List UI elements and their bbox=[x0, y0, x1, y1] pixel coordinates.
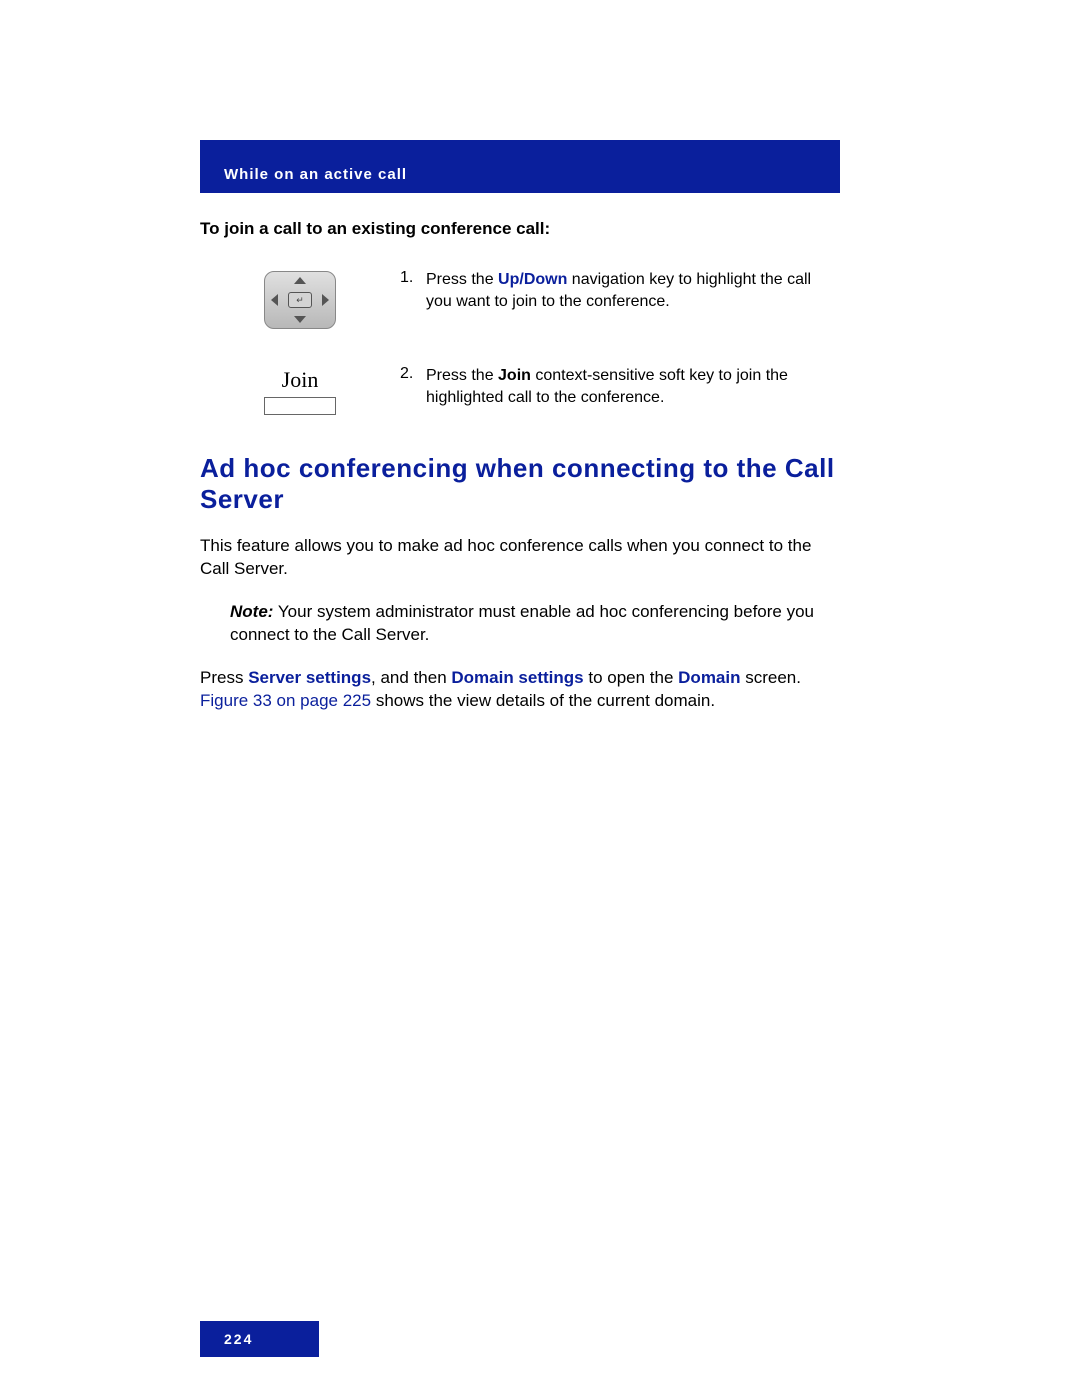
header-bar: While on an active call bbox=[200, 140, 840, 193]
step-text-column: 1. Press the Up/Down navigation key to h… bbox=[400, 269, 840, 312]
arrow-down-icon bbox=[294, 316, 306, 323]
note-label: Note: bbox=[230, 602, 273, 621]
domain-settings-label: Domain settings bbox=[451, 668, 583, 687]
text: Press the bbox=[426, 271, 498, 288]
step-number: 2. bbox=[400, 365, 426, 408]
section-heading: Ad hoc conferencing when connecting to t… bbox=[200, 453, 840, 515]
step-body: Press the Up/Down navigation key to high… bbox=[426, 269, 830, 312]
footer-bar: 224 bbox=[200, 1321, 319, 1357]
step-icon-column: ↵ bbox=[200, 269, 400, 329]
step-row: Join 2. Press the Join context-sensitive… bbox=[200, 365, 840, 417]
step-row: ↵ 1. Press the Up/Down navigation key to… bbox=[200, 269, 840, 329]
softkey-button-graphic bbox=[264, 397, 336, 415]
text: , and then bbox=[371, 668, 451, 687]
step-text-column: 2. Press the Join context-sensitive soft… bbox=[400, 365, 840, 408]
page-number: 224 bbox=[224, 1331, 253, 1347]
step-number: 1. bbox=[400, 269, 426, 312]
text: to open the bbox=[584, 668, 679, 687]
text: shows the view details of the current do… bbox=[371, 691, 715, 710]
domain-label: Domain bbox=[678, 668, 740, 687]
arrow-right-icon bbox=[322, 294, 329, 306]
instruction-title: To join a call to an existing conference… bbox=[200, 219, 840, 239]
step-body: Press the Join context-sensitive soft ke… bbox=[426, 365, 830, 408]
softkey-icon: Join bbox=[252, 367, 348, 417]
intro-paragraph: This feature allows you to make ad hoc c… bbox=[200, 535, 840, 581]
down-key-label: Down bbox=[524, 271, 568, 288]
page-content: While on an active call To join a call t… bbox=[200, 140, 840, 733]
arrow-left-icon bbox=[271, 294, 278, 306]
text: Press bbox=[200, 668, 248, 687]
note-text: Your system administrator must enable ad… bbox=[230, 602, 814, 644]
nav-pad-icon: ↵ bbox=[264, 271, 336, 329]
figure-xref-link[interactable]: Figure 33 on page 225 bbox=[200, 691, 371, 710]
join-key-label: Join bbox=[498, 367, 531, 384]
header-title: While on an active call bbox=[224, 166, 407, 183]
text: Press the bbox=[426, 367, 498, 384]
softkey-label: Join bbox=[252, 367, 348, 393]
text: screen. bbox=[741, 668, 801, 687]
arrow-up-icon bbox=[294, 277, 306, 284]
up-key-label: Up bbox=[498, 271, 519, 288]
server-settings-label: Server settings bbox=[248, 668, 371, 687]
note-paragraph: Note: Your system administrator must ena… bbox=[230, 601, 840, 647]
press-paragraph: Press Server settings, and then Domain s… bbox=[200, 667, 840, 713]
enter-key-icon: ↵ bbox=[288, 292, 312, 308]
step-icon-column: Join bbox=[200, 365, 400, 417]
